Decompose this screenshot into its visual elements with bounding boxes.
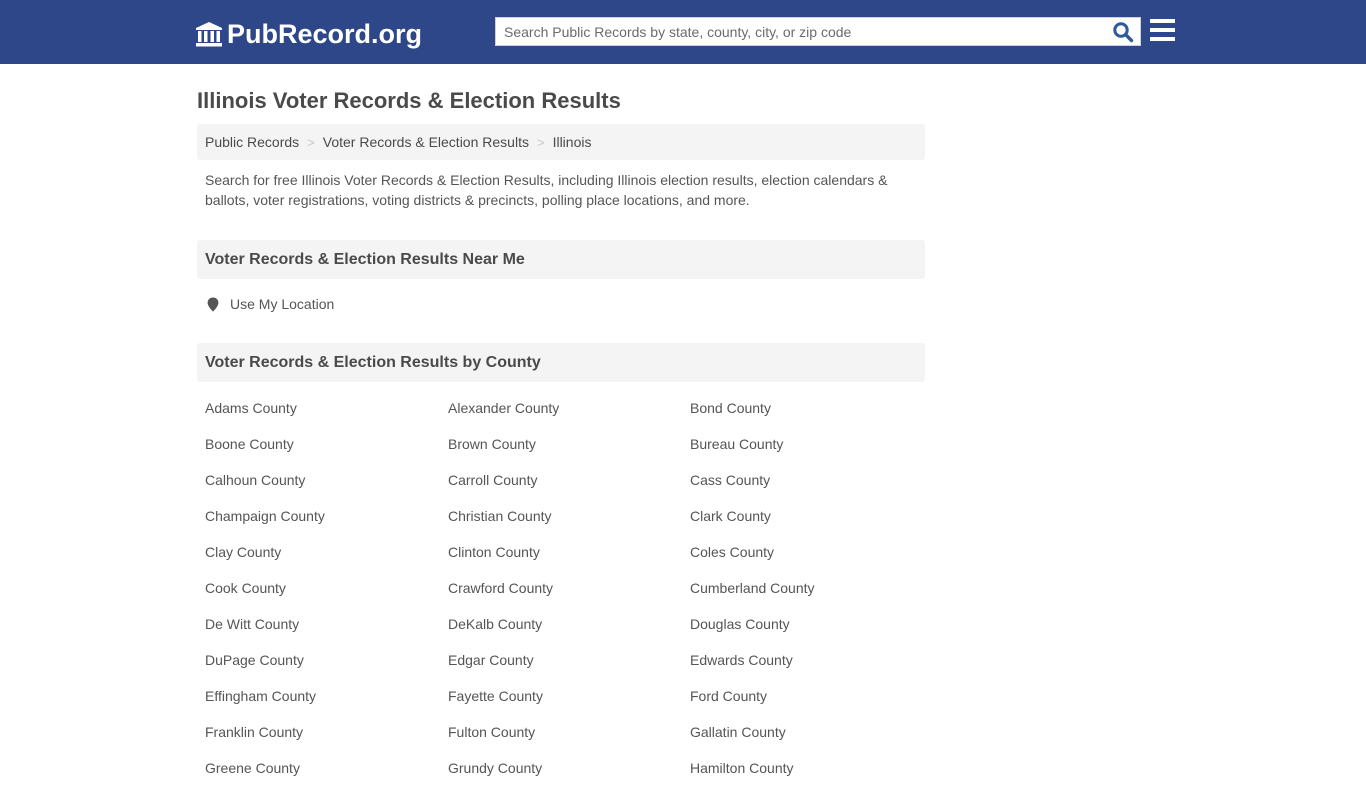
county-link[interactable]: Cass County — [690, 470, 933, 506]
site-logo-text: PubRecord.org — [227, 18, 423, 49]
site-logo-link[interactable]: PubRecord.org — [195, 17, 422, 51]
intro-paragraph: Search for free Illinois Voter Records &… — [205, 172, 888, 208]
search-input[interactable] — [496, 18, 1106, 45]
county-link[interactable]: Coles County — [690, 542, 933, 578]
county-link[interactable]: Clark County — [690, 506, 933, 542]
county-link[interactable]: Adams County — [205, 398, 448, 434]
county-link[interactable]: Brown County — [448, 434, 690, 470]
breadcrumb: Public Records > Voter Records & Electio… — [197, 124, 925, 160]
county-link[interactable]: Bond County — [690, 398, 933, 434]
county-link[interactable]: Boone County — [205, 434, 448, 470]
search-icon[interactable] — [1112, 21, 1134, 43]
breadcrumb-current-illinois: Illinois — [552, 134, 592, 150]
county-link[interactable]: Fulton County — [448, 722, 690, 758]
county-link[interactable]: Christian County — [448, 506, 690, 542]
county-link[interactable]: Alexander County — [448, 398, 690, 434]
breadcrumb-voter-records[interactable]: Voter Records & Election Results — [323, 134, 529, 150]
county-link[interactable]: Franklin County — [205, 722, 448, 758]
county-link[interactable]: Carroll County — [448, 470, 690, 506]
county-link[interactable]: Clinton County — [448, 542, 690, 578]
breadcrumb-public-records[interactable]: Public Records — [205, 134, 299, 150]
county-link[interactable]: Cumberland County — [690, 578, 933, 614]
county-link[interactable]: DuPage County — [205, 650, 448, 686]
breadcrumb-separator: > — [307, 134, 315, 150]
county-link[interactable]: Edwards County — [690, 650, 933, 686]
menu-bar — [1150, 19, 1175, 23]
county-link[interactable]: De Witt County — [205, 614, 448, 650]
use-my-location-link[interactable]: Use My Location — [207, 296, 334, 312]
county-link[interactable]: Bureau County — [690, 434, 933, 470]
county-link[interactable]: Douglas County — [690, 614, 933, 650]
search-box — [495, 17, 1141, 46]
county-link[interactable]: Greene County — [205, 758, 448, 794]
county-link[interactable]: Champaign County — [205, 506, 448, 542]
courthouse-icon — [196, 22, 222, 47]
by-county-heading: Voter Records & Election Results by Coun… — [197, 343, 925, 382]
map-marker-icon — [207, 297, 219, 311]
menu-bar — [1150, 28, 1175, 32]
county-link[interactable]: Crawford County — [448, 578, 690, 614]
top-navigation-bar: PubRecord.org — [0, 0, 1366, 64]
breadcrumb-separator: > — [536, 134, 545, 150]
county-link[interactable]: Hamilton County — [690, 758, 933, 794]
county-link[interactable]: Edgar County — [448, 650, 690, 686]
hamburger-menu-icon[interactable] — [1150, 19, 1175, 43]
county-link[interactable]: Ford County — [690, 686, 933, 722]
county-list: Adams County Alexander County Bond Count… — [205, 398, 933, 794]
county-link[interactable]: DeKalb County — [448, 614, 690, 650]
county-link[interactable]: Clay County — [205, 542, 448, 578]
page-title: Illinois Voter Records & Election Result… — [197, 88, 621, 113]
county-link[interactable]: Grundy County — [448, 758, 690, 794]
county-link[interactable]: Calhoun County — [205, 470, 448, 506]
county-link[interactable]: Effingham County — [205, 686, 448, 722]
near-me-heading: Voter Records & Election Results Near Me — [197, 240, 925, 279]
county-link[interactable]: Gallatin County — [690, 722, 933, 758]
use-my-location-label: Use My Location — [230, 296, 335, 312]
county-link[interactable]: Fayette County — [448, 686, 690, 722]
county-link[interactable]: Cook County — [205, 578, 448, 614]
menu-bar — [1150, 37, 1175, 41]
